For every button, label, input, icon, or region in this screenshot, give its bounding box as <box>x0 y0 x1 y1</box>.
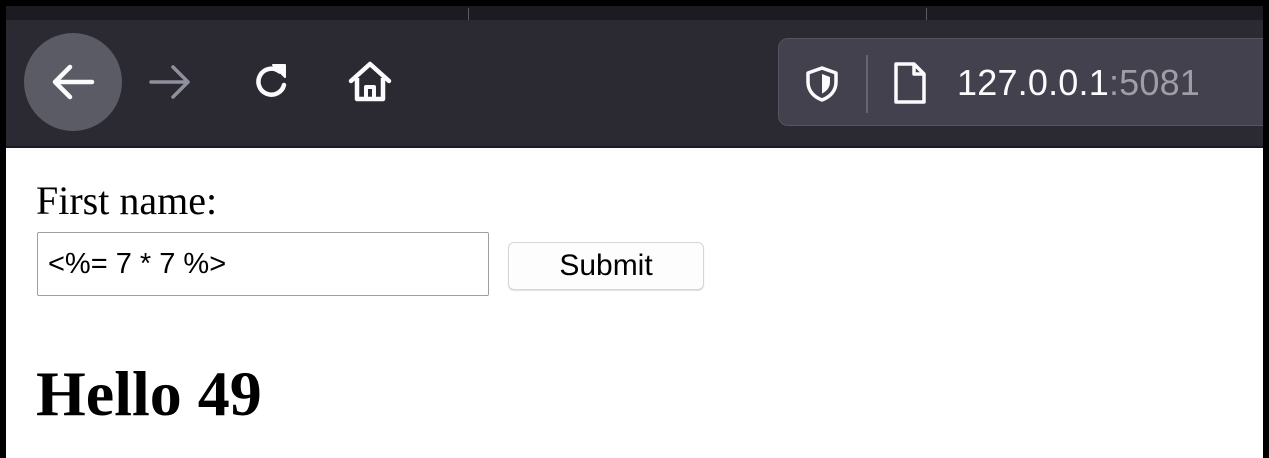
browser-toolbar: 127.0.0.1:5081 <box>6 6 1263 148</box>
tab-strip-edge <box>6 6 1263 20</box>
address-bar[interactable]: 127.0.0.1:5081 <box>778 38 1263 126</box>
url-text[interactable]: 127.0.0.1:5081 <box>957 63 1200 103</box>
site-info-button[interactable] <box>892 60 928 106</box>
reload-icon <box>256 64 287 97</box>
browser-window: 127.0.0.1:5081 First name: Submit Hello … <box>6 6 1263 458</box>
home-icon <box>348 61 392 102</box>
submit-button[interactable]: Submit <box>508 242 704 290</box>
address-bar-separator <box>866 55 868 113</box>
back-arrow-icon <box>52 64 95 100</box>
tab-divider <box>926 8 927 20</box>
forward-button[interactable] <box>144 56 196 108</box>
greeting-heading: Hello 49 <box>36 358 262 429</box>
first-name-label: First name: <box>36 178 218 223</box>
tracking-protection-button[interactable] <box>805 65 839 103</box>
page-content: First name: Submit Hello 49 <box>6 148 1263 458</box>
url-port: :5081 <box>1108 62 1201 103</box>
tab-divider <box>468 8 469 20</box>
shield-icon <box>806 66 838 102</box>
url-host: 127.0.0.1 <box>957 62 1109 103</box>
reload-button[interactable] <box>244 54 300 110</box>
forward-arrow-icon <box>149 65 190 99</box>
first-name-input[interactable] <box>37 232 489 296</box>
home-button[interactable] <box>340 52 400 112</box>
back-button[interactable] <box>24 33 122 131</box>
page-icon <box>894 62 926 104</box>
